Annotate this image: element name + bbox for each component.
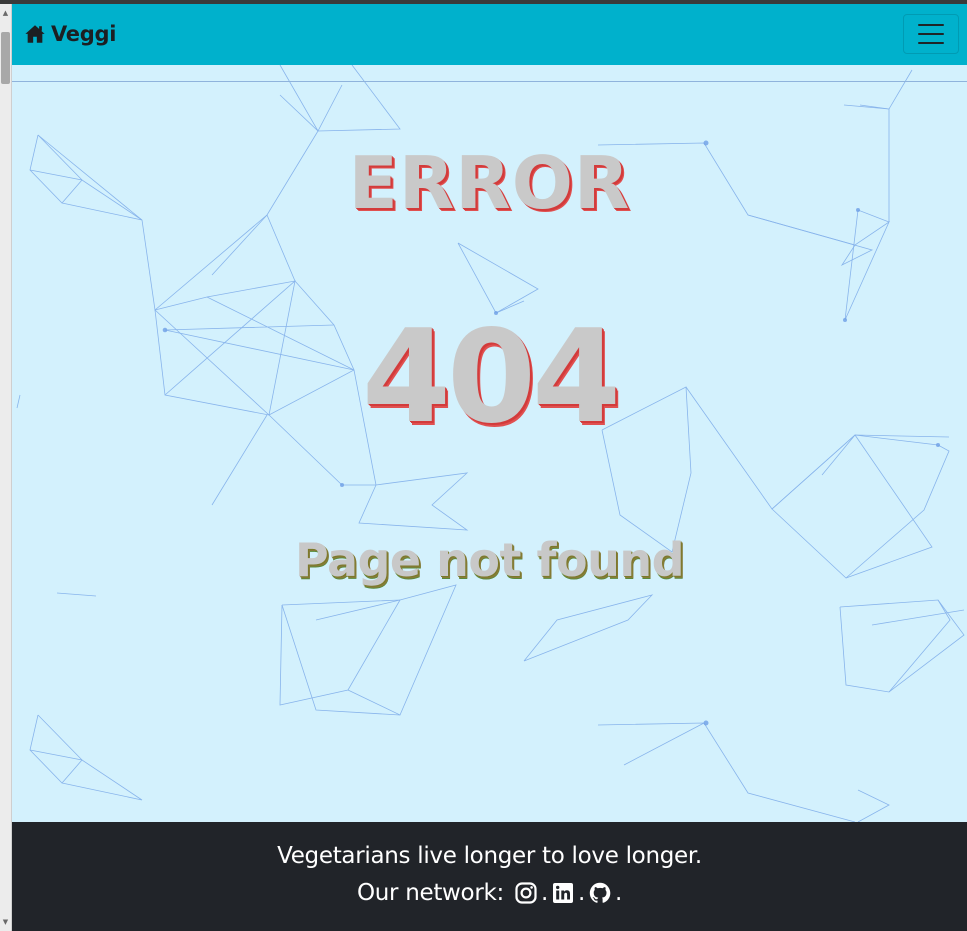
scroll-up-arrow-icon[interactable]: ▲	[0, 6, 11, 20]
footer-separator: .	[540, 880, 548, 906]
scroll-thumb[interactable]	[1, 32, 10, 84]
hamburger-menu-icon	[918, 24, 944, 26]
error-message: Page not found	[294, 533, 685, 587]
footer-network-label: Our network:	[356, 880, 504, 906]
github-icon[interactable]	[587, 880, 613, 906]
linkedin-icon[interactable]	[550, 880, 576, 906]
footer-network: Our network: . . .	[12, 880, 967, 906]
brand-link[interactable]: Veggi	[24, 19, 116, 49]
scroll-down-arrow-icon[interactable]: ▼	[0, 915, 11, 929]
home-icon	[24, 23, 46, 45]
page-footer: Vegetarians live longer to love longer. …	[12, 822, 967, 931]
error-title: ERROR	[348, 141, 631, 225]
error-code: 404	[361, 303, 621, 452]
page-scrollbar[interactable]: ▲ ▼	[0, 4, 12, 931]
footer-separator: .	[615, 880, 623, 906]
footer-tagline: Vegetarians live longer to love longer.	[277, 843, 702, 869]
navbar-toggler-button[interactable]	[903, 14, 959, 54]
footer-separator: .	[578, 880, 586, 906]
header-divider-line	[12, 81, 967, 82]
error-hero: ERROR 404 Page not found	[12, 65, 967, 822]
instagram-icon[interactable]	[513, 880, 539, 906]
top-navbar: Veggi	[12, 4, 967, 65]
brand-label: Veggi	[51, 22, 117, 46]
